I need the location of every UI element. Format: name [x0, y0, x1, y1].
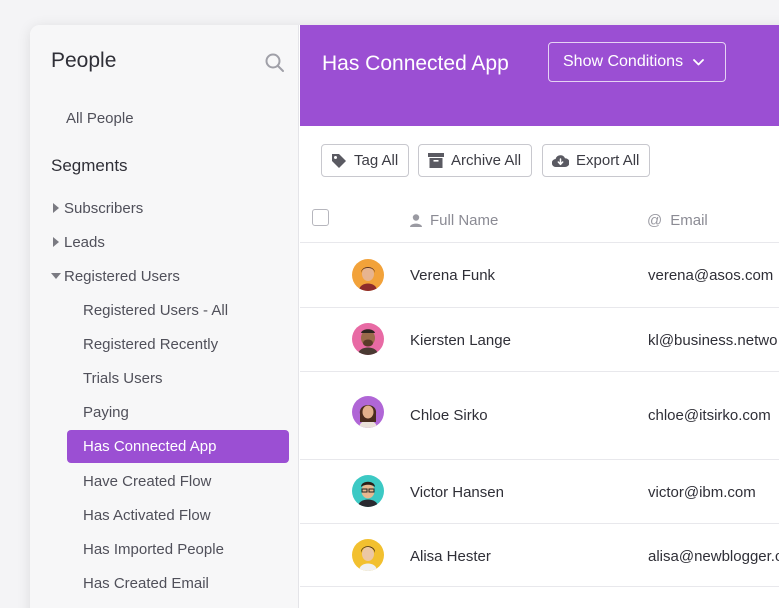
person-email: kl@business.netwo: [648, 332, 778, 349]
caret-right-icon: [48, 203, 64, 213]
sidebar-item-has-imported-people[interactable]: Has Imported People: [67, 533, 289, 566]
sidebar-group-label: Leads: [64, 233, 105, 251]
sidebar-group-label: Registered Users: [64, 267, 180, 285]
column-header-label: Email: [670, 211, 708, 229]
page-title: Has Connected App: [322, 52, 509, 75]
archive-all-label: Archive All: [451, 152, 522, 169]
sidebar-group-label: Subscribers: [64, 199, 144, 217]
sidebar-title: People: [51, 49, 117, 72]
sidebar-item-label: Trials Users: [83, 370, 163, 387]
at-icon: @: [647, 211, 663, 229]
archive-icon: [428, 153, 444, 168]
person-email: verena@asos.com: [648, 267, 774, 284]
sidebar-item-has-activated-flow[interactable]: Has Activated Flow: [67, 499, 289, 532]
column-header-full-name[interactable]: Full Name: [410, 205, 498, 235]
show-conditions-button[interactable]: Show Conditions: [548, 42, 726, 82]
sidebar-item-label: Has Activated Flow: [83, 507, 211, 524]
app-window: People All People Segments Subscribers L…: [30, 25, 779, 608]
avatar: [352, 475, 384, 507]
cloud-download-icon: [552, 155, 569, 167]
table-row[interactable]: Victor Hansen victor@ibm.com: [300, 459, 779, 523]
sidebar-item-label: Has Imported People: [83, 541, 224, 558]
segments-heading: Segments: [51, 156, 128, 175]
column-header-email[interactable]: @ Email: [647, 205, 708, 235]
person-name: Verena Funk: [410, 267, 496, 284]
sidebar-item-has-connected-app[interactable]: Has Connected App: [67, 430, 289, 463]
sidebar-item-all-people[interactable]: All People: [66, 110, 134, 127]
sidebar-item-label: Has Created Email: [83, 575, 209, 592]
column-header-label: Full Name: [430, 211, 499, 229]
sidebar-item-label: Have Created Flow: [83, 473, 212, 490]
table-row[interactable]: Alisa Hester alisa@newblogger.com: [300, 523, 779, 587]
archive-all-button[interactable]: Archive All: [418, 144, 533, 177]
tag-icon: [332, 153, 346, 168]
person-email: chloe@itsirko.com: [648, 407, 771, 424]
sidebar-item-label: Registered Recently: [83, 336, 219, 353]
sidebar: People All People Segments Subscribers L…: [30, 25, 299, 608]
avatar: [352, 323, 384, 355]
search-icon[interactable]: [264, 52, 286, 74]
sidebar-item-label: Registered Users - All: [83, 302, 229, 319]
table-row[interactable]: Kiersten Lange kl@business.netwo: [300, 307, 779, 371]
table-row[interactable]: Chloe Sirko chloe@itsirko.com: [300, 371, 779, 459]
sidebar-item-have-created-flow[interactable]: Have Created Flow: [67, 465, 289, 498]
show-conditions-label: Show Conditions: [563, 53, 684, 70]
export-all-label: Export All: [576, 152, 640, 169]
caret-down-icon: [48, 272, 64, 280]
sidebar-item-paying[interactable]: Paying: [67, 396, 289, 429]
segment-header: Has Connected App Show Conditions: [300, 25, 779, 126]
export-all-button[interactable]: Export All: [542, 144, 651, 177]
person-email: alisa@newblogger.com: [648, 548, 779, 565]
sidebar-group-registered-users[interactable]: Registered Users: [48, 260, 180, 292]
caret-right-icon: [48, 237, 64, 247]
avatar: [352, 259, 384, 291]
person-name: Victor Hansen: [410, 484, 504, 501]
person-name: Chloe Sirko: [410, 407, 488, 424]
sidebar-item-label: Has Connected App: [83, 438, 217, 455]
tag-all-label: Tag All: [354, 152, 399, 169]
avatar: [352, 539, 384, 571]
tag-all-button[interactable]: Tag All: [321, 144, 410, 177]
person-name: Kiersten Lange: [410, 332, 511, 349]
avatar: [352, 396, 384, 428]
chevron-down-icon: [693, 58, 704, 66]
sidebar-group-subscribers[interactable]: Subscribers: [48, 192, 143, 224]
person-email: victor@ibm.com: [648, 484, 756, 501]
select-all-checkbox[interactable]: [312, 209, 329, 226]
table-row[interactable]: Verena Funk verena@asos.com: [300, 242, 779, 307]
sidebar-item-has-created-email[interactable]: Has Created Email: [67, 567, 289, 600]
person-name: Alisa Hester: [410, 548, 491, 565]
sidebar-item-label: Paying: [83, 404, 129, 421]
person-icon: [410, 213, 422, 227]
sidebar-group-leads[interactable]: Leads: [48, 226, 105, 258]
sidebar-item-trials-users[interactable]: Trials Users: [67, 362, 289, 395]
sidebar-item-registered-recently[interactable]: Registered Recently: [67, 328, 289, 361]
sidebar-item-registered-users-all[interactable]: Registered Users - All: [67, 294, 289, 327]
